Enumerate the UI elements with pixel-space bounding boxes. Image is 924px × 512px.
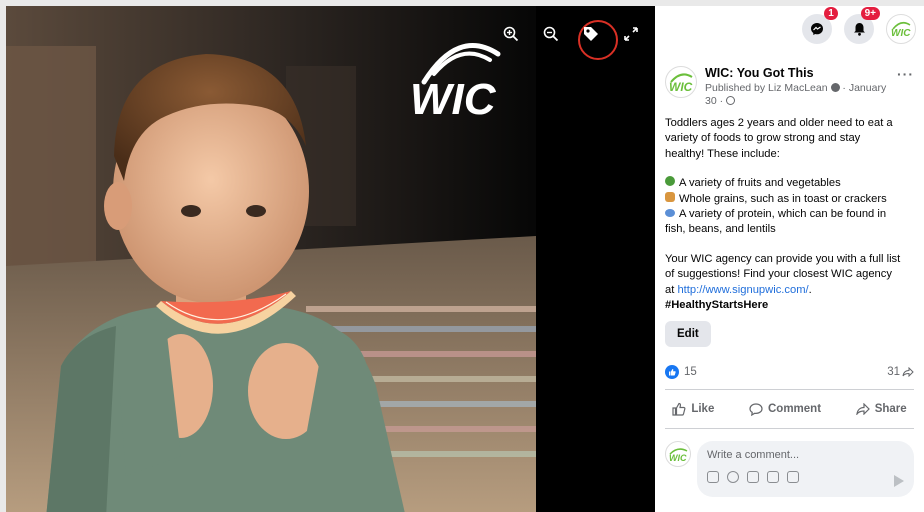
commenter-avatar[interactable]: WIC bbox=[665, 441, 691, 468]
body-line: of suggestions! Find your closest WIC ag… bbox=[665, 268, 892, 281]
messenger-badge: 1 bbox=[824, 7, 838, 20]
fullscreen-icon[interactable] bbox=[619, 22, 643, 46]
bell-icon bbox=[853, 23, 865, 36]
wic-logo-icon: WIC bbox=[669, 73, 693, 92]
svg-text:WIC: WIC bbox=[891, 28, 911, 37]
reactions-count[interactable]: 15 bbox=[684, 366, 697, 378]
comment-input[interactable]: Write a comment... bbox=[697, 441, 914, 498]
privacy-icon bbox=[726, 96, 736, 105]
like-reaction-icon bbox=[665, 365, 679, 380]
wic-logo-icon: WIC bbox=[669, 448, 688, 462]
share-button[interactable]: Share bbox=[852, 396, 911, 422]
post-body: Toddlers ages 2 years and older need to … bbox=[655, 108, 924, 313]
comment-icon bbox=[749, 403, 763, 416]
shares-count-wrap[interactable]: 31 bbox=[887, 366, 914, 378]
share-label: Share bbox=[874, 403, 907, 416]
comment-tools bbox=[707, 471, 904, 484]
comment-placeholder: Write a comment... bbox=[707, 449, 800, 462]
globe-info-icon bbox=[830, 83, 840, 92]
post-panel: 1 9+ WIC WIC WIC: You Got This Published… bbox=[655, 0, 924, 512]
like-icon bbox=[672, 403, 686, 417]
body-line: Toddlers ages 2 years and older need to … bbox=[665, 117, 893, 129]
publisher-text: Published by Liz MacLean bbox=[705, 82, 828, 94]
post-date-month[interactable]: January bbox=[849, 82, 886, 94]
signup-link[interactable]: http://www.signupwic.com/ bbox=[677, 284, 808, 296]
hashtag-link[interactable]: #HealthyStartsHere bbox=[665, 298, 914, 313]
photo-viewer[interactable]: WIC bbox=[0, 0, 655, 512]
comment-composer: WIC Write a comment... bbox=[655, 433, 924, 505]
body-line: variety of foods to grow strong and stay bbox=[665, 132, 861, 145]
edit-button[interactable]: Edit bbox=[665, 321, 711, 348]
page-name[interactable]: WIC: You Got This bbox=[705, 66, 889, 80]
divider bbox=[665, 428, 914, 430]
emoji-icon[interactable] bbox=[727, 471, 739, 484]
sticker-icon[interactable] bbox=[787, 471, 799, 484]
share-icon bbox=[855, 403, 870, 416]
reactions-bar: 15 31 bbox=[655, 347, 924, 385]
photo-image bbox=[6, 6, 655, 512]
send-icon[interactable] bbox=[894, 475, 904, 488]
shares-count: 31 bbox=[887, 366, 900, 379]
wic-watermark-logo: WIC bbox=[410, 43, 501, 118]
list-item: Whole grains, such as in toast or cracke… bbox=[679, 192, 887, 205]
list-item-cont: fish, beans, and lentils bbox=[665, 223, 776, 236]
page-avatar[interactable]: WIC bbox=[665, 66, 697, 98]
post-meta: Published by Liz MacLean · January 30 · bbox=[705, 82, 887, 107]
svg-text:WIC: WIC bbox=[410, 75, 497, 118]
gif-icon[interactable] bbox=[767, 471, 779, 484]
top-right-bar: 1 9+ WIC bbox=[655, 6, 924, 52]
share-arrow-icon bbox=[902, 367, 914, 378]
body-line: healthy! These include: bbox=[665, 147, 780, 160]
avatar-sticker-icon[interactable] bbox=[707, 471, 719, 484]
comment-label: Comment bbox=[768, 403, 822, 416]
body-line: Your WIC agency can provide you with a f… bbox=[665, 252, 901, 265]
divider bbox=[665, 389, 914, 391]
post-actions: Like Comment Share bbox=[655, 394, 924, 424]
body-text: at bbox=[665, 283, 678, 296]
notifications-badge: 9+ bbox=[860, 7, 880, 20]
post-header: WIC WIC: You Got This Published by Liz M… bbox=[655, 52, 924, 108]
bread-emoji-icon bbox=[665, 191, 675, 202]
list-item: A variety of protein, which can be found… bbox=[679, 208, 887, 221]
tag-icon[interactable] bbox=[579, 22, 603, 46]
zoom-in-icon[interactable] bbox=[499, 22, 523, 46]
post-date-day[interactable]: 30 · bbox=[705, 95, 723, 107]
broccoli-emoji-icon bbox=[665, 176, 675, 187]
messenger-button[interactable]: 1 bbox=[802, 7, 838, 44]
account-avatar[interactable]: WIC bbox=[886, 14, 916, 44]
like-label: Like bbox=[691, 403, 715, 416]
body-text: . bbox=[808, 283, 812, 296]
svg-text:WIC: WIC bbox=[669, 80, 693, 92]
camera-icon[interactable] bbox=[747, 471, 759, 484]
svg-text:WIC: WIC bbox=[669, 453, 687, 462]
fish-emoji-icon bbox=[665, 209, 675, 218]
like-button[interactable]: Like bbox=[668, 396, 718, 422]
comment-button[interactable]: Comment bbox=[745, 396, 825, 422]
messenger-icon bbox=[811, 23, 823, 35]
zoom-out-icon[interactable] bbox=[539, 22, 563, 46]
list-item: A variety of fruits and vegetables bbox=[679, 177, 841, 190]
notifications-button[interactable]: 9+ bbox=[844, 7, 880, 44]
wic-logo-icon: WIC bbox=[891, 21, 911, 37]
more-options-icon[interactable]: ··· bbox=[897, 66, 914, 108]
